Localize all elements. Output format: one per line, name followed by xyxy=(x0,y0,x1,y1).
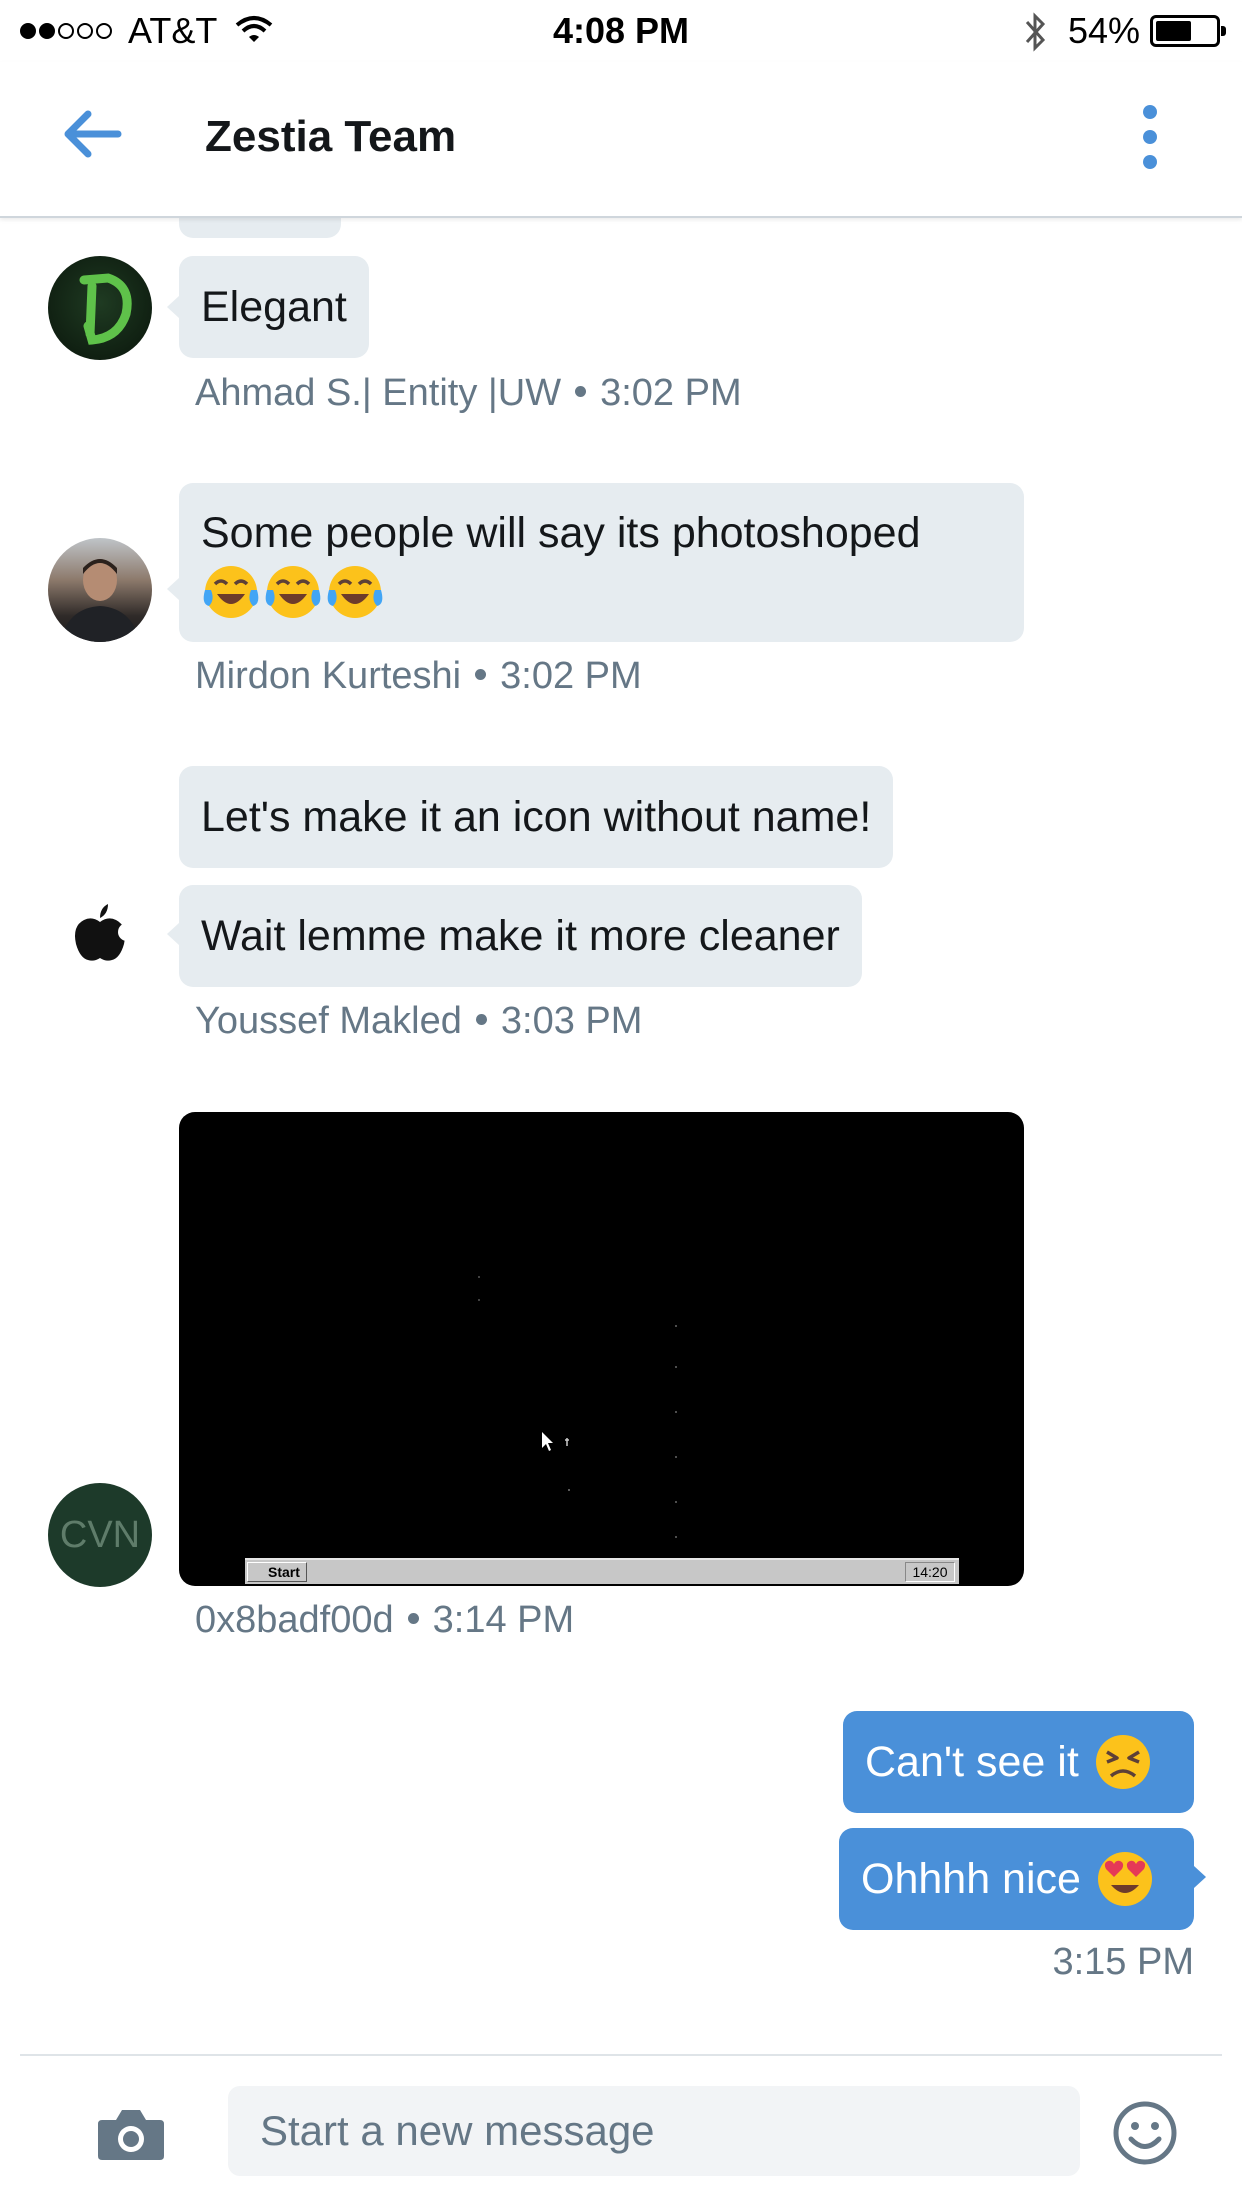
separator-dot-icon xyxy=(475,1014,487,1026)
back-arrow-icon[interactable] xyxy=(60,106,124,162)
persevering-face-emoji-icon xyxy=(1095,1735,1150,1789)
battery-icon xyxy=(1150,15,1226,47)
screenshot-thumbnail xyxy=(478,1276,677,1538)
windows-taskbar: Start 14:20 xyxy=(245,1558,959,1584)
message-text: Some people will say its photoshoped xyxy=(201,508,921,557)
heart-eyes-emoji-icon xyxy=(1097,1852,1152,1906)
message-bubble[interactable]: Some people will say its photoshoped xyxy=(179,483,1024,642)
separator-dot-icon xyxy=(575,386,587,398)
separator-dot-icon xyxy=(407,1613,419,1625)
message-time: 3:02 PM xyxy=(600,372,742,414)
message-text: Can't see it xyxy=(865,1737,1079,1786)
message-meta: Mirdon Kurteshi 3:02 PM xyxy=(195,655,642,698)
sender-name: Youssef Makled xyxy=(195,1000,462,1042)
avatar-ahmad[interactable] xyxy=(48,256,152,360)
message-meta: Youssef Makled 3:03 PM xyxy=(195,1000,642,1043)
message-meta: 0x8badf00d 3:14 PM xyxy=(195,1599,574,1642)
battery-percent: 54% xyxy=(1068,10,1141,51)
emoji-row xyxy=(201,560,387,620)
avatar-initials: CVN xyxy=(59,1513,141,1556)
start-button-label: Start xyxy=(247,1562,307,1582)
avatar-person-photo-icon xyxy=(60,559,140,642)
tears-of-joy-emoji-icon xyxy=(203,565,259,618)
taskbar-clock: 14:20 xyxy=(905,1562,955,1582)
message-bubble[interactable]: Elegant xyxy=(179,256,369,358)
camera-icon[interactable] xyxy=(96,2106,166,2162)
message-meta: Ahmad S.| Entity |UW 3:02 PM xyxy=(195,372,742,415)
avatar-youssef[interactable] xyxy=(48,882,152,986)
message-time: 3:02 PM xyxy=(500,655,642,697)
smiley-icon[interactable] xyxy=(1112,2100,1178,2166)
tears-of-joy-emoji-icon xyxy=(327,565,383,618)
outgoing-bubble[interactable]: Ohhhh nice xyxy=(839,1828,1194,1930)
composer-divider xyxy=(20,2054,1222,2056)
status-bar: AT&T 4:08 PM 54% xyxy=(0,0,1242,62)
message-time: 3:14 PM xyxy=(432,1599,575,1641)
message-bubble[interactable]: Let's make it an icon without name! xyxy=(179,766,894,868)
message-text: Ohhhh nice xyxy=(861,1854,1081,1903)
message-time-outgoing: 3:15 PM xyxy=(1052,1941,1194,1983)
tears-of-joy-emoji-icon xyxy=(265,565,321,618)
bluetooth-icon xyxy=(1025,12,1046,52)
conversation-header: Zestia Team xyxy=(0,62,1242,218)
avatar-letter-d-icon xyxy=(79,273,132,345)
message-text: Elegant xyxy=(201,282,347,331)
message-input[interactable] xyxy=(228,2086,1080,2176)
sender-name: Ahmad S.| Entity |UW xyxy=(195,372,562,414)
apple-logo-icon xyxy=(75,904,136,961)
outgoing-bubble[interactable]: Can't see it xyxy=(843,1711,1194,1813)
image-attachment[interactable]: Start 14:20 xyxy=(179,1112,1024,1586)
avatar-mirdon[interactable] xyxy=(48,538,152,642)
status-time: 4:08 PM xyxy=(552,10,690,51)
message-bubble[interactable]: Wait lemme make it more cleaner xyxy=(179,885,862,987)
more-options-icon[interactable] xyxy=(1130,102,1170,172)
sender-name: Mirdon Kurteshi xyxy=(195,655,462,697)
message-text: Wait lemme make it more cleaner xyxy=(201,911,840,960)
conversation-title: Zestia Team xyxy=(205,112,457,161)
separator-dot-icon xyxy=(475,669,487,681)
chat-screen: AT&T 4:08 PM 54% Zestia Team Elegant Ahm… xyxy=(0,0,1242,2208)
message-time: 3:03 PM xyxy=(500,1000,643,1042)
sender-name: 0x8badf00d xyxy=(195,1599,394,1641)
avatar-cvn[interactable]: CVN xyxy=(48,1483,152,1587)
mouse-cursor-icon xyxy=(542,1432,553,1451)
message-text: Let's make it an icon without name! xyxy=(201,792,872,841)
